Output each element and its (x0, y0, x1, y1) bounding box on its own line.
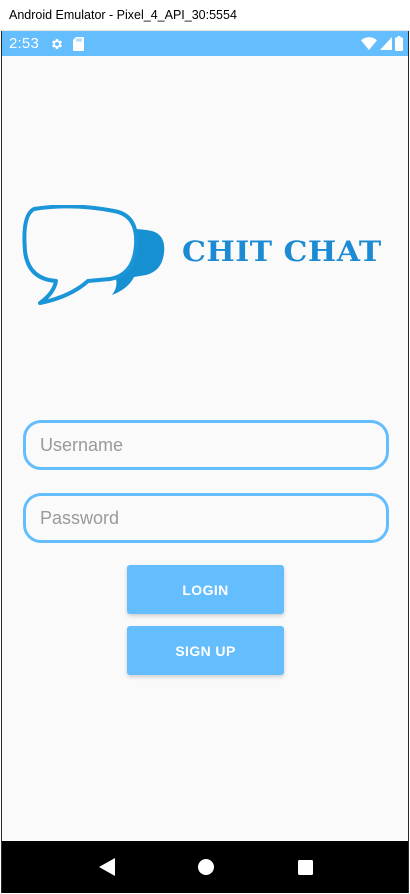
window-titlebar: Android Emulator - Pixel_4_API_30:5554 (0, 0, 410, 31)
navigation-bar (2, 841, 408, 893)
signup-button[interactable]: SIGN UP (127, 626, 284, 675)
password-field[interactable] (23, 493, 389, 543)
password-input[interactable] (40, 507, 386, 529)
wifi-icon (361, 37, 377, 50)
device-screen: 2:53 CHIT CHAT Username LOGIN SIGN UP (1, 31, 409, 893)
cell-signal-icon (380, 37, 392, 50)
window-title: Android Emulator - Pixel_4_API_30:5554 (9, 8, 237, 22)
login-button[interactable]: LOGIN (127, 565, 284, 614)
app-logo: CHIT CHAT (22, 205, 392, 317)
battery-icon (395, 36, 403, 51)
status-time: 2:53 (9, 35, 39, 52)
status-bar: 2:53 (2, 31, 408, 56)
sd-card-icon (73, 36, 84, 51)
logo-text: CHIT CHAT (182, 236, 382, 269)
gear-icon (50, 37, 64, 51)
back-icon[interactable] (87, 847, 127, 887)
status-right-icons (361, 36, 403, 51)
home-icon[interactable] (186, 847, 226, 887)
username-input[interactable] (40, 434, 386, 456)
chat-bubbles-icon (22, 205, 165, 305)
username-field[interactable] (23, 420, 389, 470)
recents-icon[interactable] (285, 847, 325, 887)
